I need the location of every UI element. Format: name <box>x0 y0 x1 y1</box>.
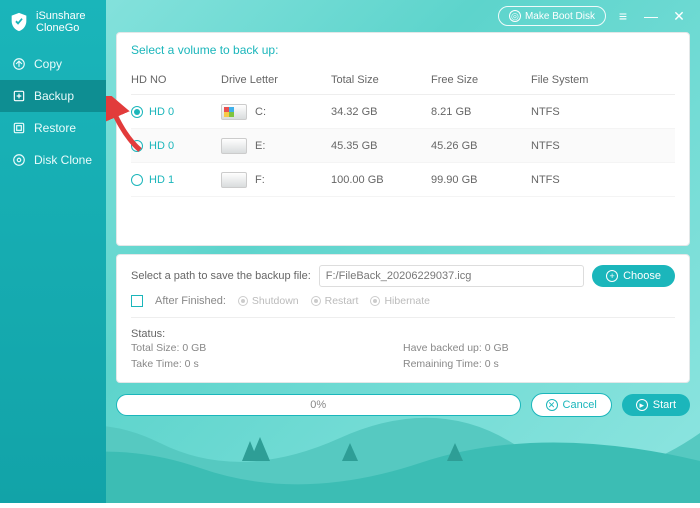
free-cell: 8.21 GB <box>431 106 531 118</box>
after-finished-checkbox[interactable] <box>131 295 143 307</box>
col-fs: File System <box>531 74 631 86</box>
col-hdno: HD NO <box>131 74 221 86</box>
cancel-icon: ✕ <box>546 399 558 411</box>
copy-icon <box>12 57 26 71</box>
status-title: Status: <box>131 328 675 340</box>
fs-cell: NTFS <box>531 140 631 152</box>
annotation-arrow <box>106 96 146 156</box>
status-remain: Remaining Time: 0 s <box>403 358 675 370</box>
cancel-button[interactable]: ✕ Cancel <box>531 393 612 417</box>
fs-cell: NTFS <box>531 174 631 186</box>
drive-icon <box>221 138 247 154</box>
opt-shutdown[interactable]: Shutdown <box>238 295 299 307</box>
col-free: Free Size <box>431 74 531 86</box>
start-button[interactable]: ▸ Start <box>622 394 690 416</box>
opt-hibernate[interactable]: Hibernate <box>370 295 430 307</box>
sidebar-item-disk-clone[interactable]: Disk Clone <box>0 144 106 176</box>
sidebar-item-restore[interactable]: Restore <box>0 112 106 144</box>
table-row[interactable]: HD 1F:100.00 GB99.90 GBNTFS <box>131 163 675 197</box>
app-name-1: iSunshare <box>36 10 86 22</box>
menu-icon: ≡ <box>619 8 627 24</box>
opt-restart[interactable]: Restart <box>311 295 359 307</box>
after-finished-label: After Finished: <box>155 295 226 307</box>
sidebar-item-label: Disk Clone <box>34 153 92 167</box>
status-total: Total Size: 0 GB <box>131 342 403 354</box>
backup-icon <box>12 89 26 103</box>
sidebar: iSunshare CloneGo Copy Backup Restore Di… <box>0 0 106 503</box>
disc-icon: ◎ <box>509 10 521 22</box>
plus-icon: + <box>606 270 618 282</box>
volume-radio[interactable]: HD 1 <box>131 174 221 186</box>
sidebar-item-label: Backup <box>34 89 74 103</box>
sidebar-item-label: Copy <box>34 57 62 71</box>
logo-icon <box>8 11 30 33</box>
total-cell: 100.00 GB <box>331 174 431 186</box>
radio-icon <box>311 296 321 306</box>
free-cell: 99.90 GB <box>431 174 531 186</box>
close-button[interactable]: ✕ <box>668 6 690 26</box>
cancel-label: Cancel <box>563 399 597 411</box>
titlebar: ◎ Make Boot Disk ≡ — ✕ <box>498 6 690 26</box>
restore-icon <box>12 121 26 135</box>
status-take: Take Time: 0 s <box>131 358 403 370</box>
bottom-bar: 0% ✕ Cancel ▸ Start <box>116 393 690 417</box>
col-letter: Drive Letter <box>221 74 331 86</box>
choose-button[interactable]: + Choose <box>592 265 675 287</box>
table-row[interactable]: HD 0C:34.32 GB8.21 GBNTFS <box>131 95 675 129</box>
minimize-icon: — <box>644 8 658 24</box>
drive-cell: C: <box>221 104 331 120</box>
app-name-2: CloneGo <box>36 22 86 34</box>
col-total: Total Size <box>331 74 431 86</box>
progress-text: 0% <box>310 399 326 411</box>
path-panel: Select a path to save the backup file: +… <box>116 254 690 383</box>
path-label: Select a path to save the backup file: <box>131 270 311 282</box>
radio-icon <box>370 296 380 306</box>
make-boot-disk-button[interactable]: ◎ Make Boot Disk <box>498 6 606 26</box>
menu-button[interactable]: ≡ <box>612 6 634 26</box>
volume-header: HD NO Drive Letter Total Size Free Size … <box>131 65 675 95</box>
choose-label: Choose <box>623 270 661 282</box>
table-row[interactable]: HD 0E:45.35 GB45.26 GBNTFS <box>131 129 675 163</box>
start-label: Start <box>653 399 676 411</box>
play-icon: ▸ <box>636 399 648 411</box>
status-backed: Have backed up: 0 GB <box>403 342 675 354</box>
free-cell: 45.26 GB <box>431 140 531 152</box>
sidebar-item-label: Restore <box>34 121 76 135</box>
fs-cell: NTFS <box>531 106 631 118</box>
volume-panel: Select a volume to back up: HD NO Drive … <box>116 32 690 246</box>
sidebar-item-copy[interactable]: Copy <box>0 48 106 80</box>
radio-icon <box>238 296 248 306</box>
drive-icon <box>221 172 247 188</box>
drive-cell: F: <box>221 172 331 188</box>
volume-title: Select a volume to back up: <box>131 43 675 57</box>
sidebar-item-backup[interactable]: Backup <box>0 80 106 112</box>
total-cell: 34.32 GB <box>331 106 431 118</box>
drive-cell: E: <box>221 138 331 154</box>
path-input[interactable] <box>319 265 584 287</box>
close-icon: ✕ <box>673 8 685 25</box>
progress-bar: 0% <box>116 394 521 416</box>
drive-icon <box>221 104 247 120</box>
total-cell: 45.35 GB <box>331 140 431 152</box>
disk-clone-icon <box>12 153 26 167</box>
boot-label: Make Boot Disk <box>525 11 595 22</box>
minimize-button[interactable]: — <box>640 6 662 26</box>
app-logo: iSunshare CloneGo <box>0 0 106 48</box>
